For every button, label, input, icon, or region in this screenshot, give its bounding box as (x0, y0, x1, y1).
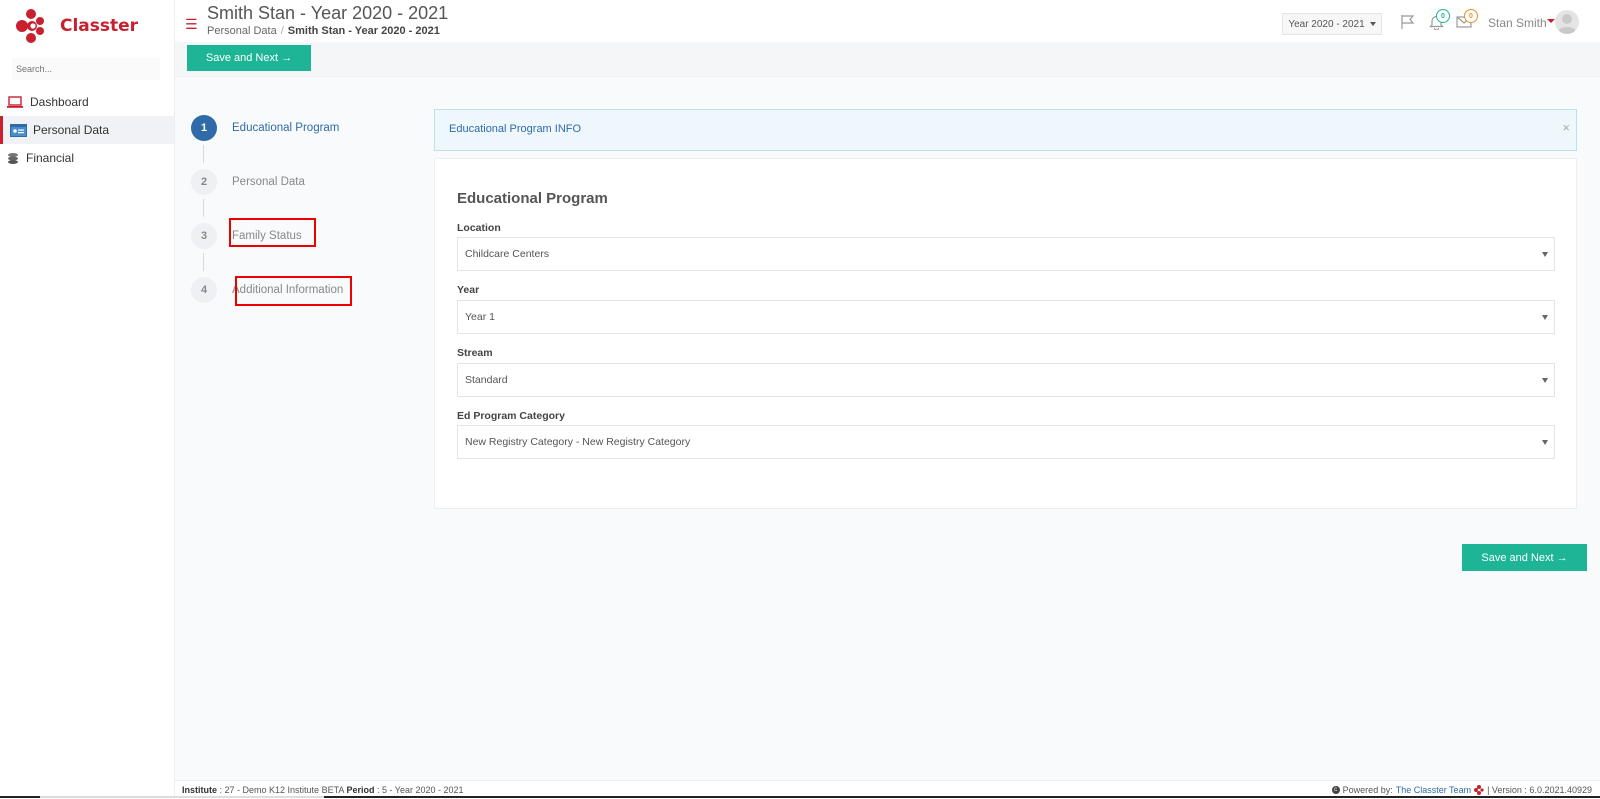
step-connector (203, 253, 204, 271)
location-label: Location (457, 222, 501, 234)
page-title: Smith Stan - Year 2020 - 2021 (207, 3, 449, 23)
id-card-icon (9, 123, 27, 137)
classter-logo-small-icon (1474, 785, 1484, 795)
powered-by-text: Powered by: (1342, 785, 1393, 795)
laptop-icon (6, 95, 24, 109)
ed-program-category-label: Ed Program Category (457, 410, 565, 422)
top-header: ☰ Smith Stan - Year 2020 - 2021 Personal… (175, 0, 1600, 43)
year-value: Year 1 (465, 311, 495, 323)
step-personal-data[interactable]: 2 Personal Data (191, 169, 305, 195)
notifications-badge: 0 (1436, 9, 1450, 23)
save-and-next-button-top[interactable]: Save and Next → (187, 45, 311, 71)
step-number: 3 (191, 223, 217, 249)
info-alert-text: Educational Program INFO (449, 123, 582, 135)
year-select-value: Year 2020 - 2021 (1288, 18, 1365, 30)
sidebar-item-label: Dashboard (30, 95, 89, 109)
year-field-select[interactable]: Year 1 (457, 300, 1555, 334)
ed-program-category-select[interactable]: New Registry Category - New Registry Cat… (457, 425, 1555, 459)
breadcrumb: Personal Data / Smith Stan - Year 2020 - 2… (207, 25, 440, 37)
chevron-down-icon (1542, 440, 1548, 445)
close-icon[interactable]: × (1562, 120, 1570, 135)
location-value: Childcare Centers (465, 248, 550, 260)
search-input[interactable] (12, 58, 160, 80)
chevron-down-icon (1542, 315, 1548, 320)
sidebar-item-label: Financial (26, 151, 75, 165)
sidebar-item-dashboard[interactable]: Dashboard (0, 88, 174, 116)
period-value: : 5 - Year 2020 - 2021 (376, 785, 464, 795)
copyright-icon: c (1331, 786, 1340, 794)
envelope-icon[interactable]: 0 (1454, 9, 1478, 32)
step-connector (203, 145, 204, 163)
step-educational-program[interactable]: 1 Educational Program (191, 115, 339, 141)
ed-program-category-value: New Registry Category - New Registry Cat… (465, 436, 691, 448)
messages-badge: 0 (1464, 9, 1478, 23)
chevron-down-icon (1542, 378, 1548, 383)
sidebar-item-personal-data[interactable]: Personal Data (0, 116, 174, 144)
brand-name: Classter (60, 16, 139, 36)
logo[interactable]: Classter (16, 8, 138, 44)
educational-program-form: Educational Program Location Childcare C… (434, 158, 1577, 509)
sidebar-nav: Dashboard Personal Data Financial (0, 88, 174, 172)
flag-icon[interactable] (1398, 12, 1418, 32)
form-title: Educational Program (457, 190, 608, 207)
year-label: Year (457, 284, 480, 296)
footer-powered-by: c Powered by: The Classter Team | Versio… (1331, 785, 1592, 795)
year-select[interactable]: Year 2020 - 2021 (1282, 13, 1382, 35)
coins-icon (6, 151, 20, 165)
step-label: Personal Data (232, 176, 305, 188)
institute-value: : 27 - Demo K12 Institute BETA (219, 785, 344, 795)
location-select[interactable]: Childcare Centers (457, 237, 1555, 271)
stream-label: Stream (457, 347, 493, 359)
breadcrumb-parent[interactable]: Personal Data (207, 25, 277, 37)
footer-institute-info: Institute : 27 - Demo K12 Institute BETA… (182, 785, 464, 795)
step-connector (203, 199, 204, 217)
step-number: 4 (191, 277, 217, 303)
period-label: Period (346, 785, 375, 795)
highlight-box-family-status (229, 218, 316, 247)
info-alert: Educational Program INFO × (434, 109, 1577, 151)
highlight-box-additional-information (235, 276, 352, 306)
avatar[interactable] (1555, 10, 1579, 34)
hamburger-menu-icon[interactable]: ☰ (185, 16, 198, 33)
chevron-down-icon (1542, 252, 1548, 257)
chevron-down-icon (1369, 22, 1376, 26)
classter-logo-icon (16, 9, 44, 43)
action-toolbar: Save and Next → (175, 42, 1600, 77)
step-number: 2 (191, 169, 217, 195)
classter-team-link[interactable]: The Classter Team (1396, 785, 1471, 795)
step-number: 1 (191, 115, 217, 141)
user-name[interactable]: Stan Smith (1488, 16, 1547, 30)
stream-value: Standard (465, 374, 508, 386)
sidebar: Classter Dashboard Personal Data Financi… (0, 0, 175, 798)
notifications-bell-icon[interactable]: 0 (1426, 9, 1450, 32)
institute-label: Institute (182, 785, 217, 795)
user-menu-caret-icon[interactable] (1547, 19, 1555, 23)
sidebar-item-financial[interactable]: Financial (0, 144, 174, 172)
stream-select[interactable]: Standard (457, 363, 1555, 397)
version-text: | Version : 6.0.2021.40929 (1487, 785, 1592, 795)
breadcrumb-separator: / (280, 25, 284, 37)
breadcrumb-current: Smith Stan - Year 2020 - 2021 (287, 25, 440, 37)
save-and-next-button-bottom[interactable]: Save and Next → (1462, 544, 1587, 571)
step-label: Educational Program (232, 122, 340, 134)
sidebar-item-label: Personal Data (33, 123, 110, 137)
